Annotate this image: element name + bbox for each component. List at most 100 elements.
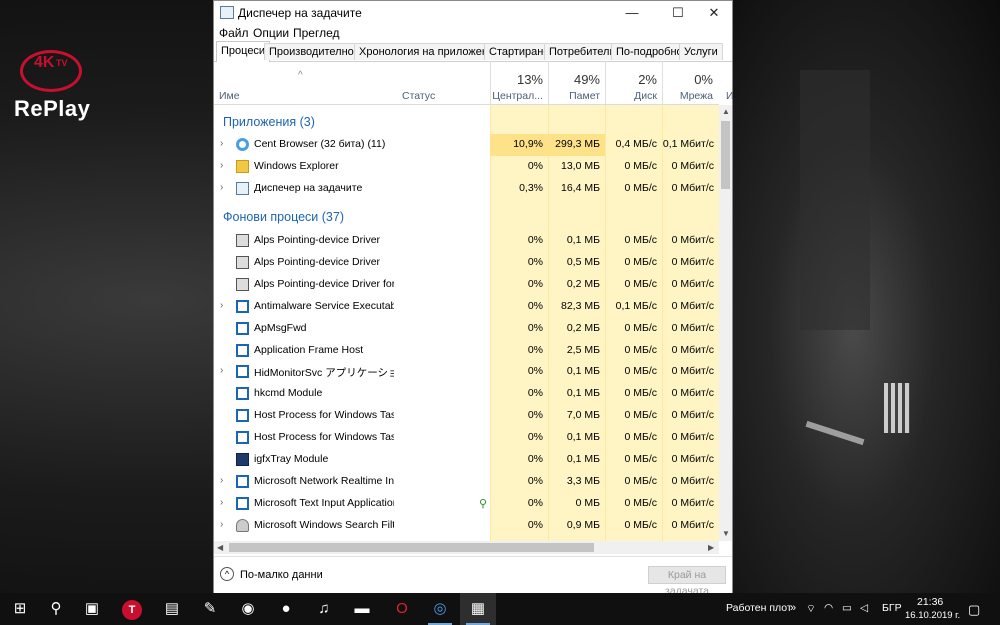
expand-chevron-icon[interactable]: ›	[220, 519, 223, 530]
desktop-toolbar-label[interactable]: Работен плот	[726, 602, 792, 614]
cell-disk: 0 МБ/с	[624, 343, 657, 356]
table-row[interactable]: › Cent Browser (32 бита) (11) 10,9% 299,3 М…	[214, 134, 719, 156]
table-row[interactable]: igfxTray Module 0% 0,1 МБ 0 МБ/с 0 Мбит/с	[214, 449, 719, 471]
table-row[interactable]: › Microsoft Text Input Application 0% 0 МБ 0…	[214, 493, 719, 515]
start-windows-icon[interactable]: ⊞	[2, 593, 38, 625]
expand-chevron-icon[interactable]: ›	[220, 138, 223, 149]
alps-icon	[236, 277, 249, 291]
table-row[interactable]: Alps Pointing-device Driver 0% 0,5 МБ 0 МБ/…	[214, 252, 719, 274]
audio-app-icon[interactable]: ♫	[306, 593, 342, 625]
table-row[interactable]: › Antimalware Service Executable 0% 82,3 МБ…	[214, 296, 719, 318]
column-status[interactable]: Статус	[402, 90, 435, 102]
table-row[interactable]: › Microsoft Windows Search Filte... 0% 0,9 …	[214, 515, 719, 537]
background-doorway	[800, 70, 870, 330]
group-apps[interactable]: Приложения (3)	[223, 115, 315, 129]
expand-chevron-icon[interactable]: ›	[220, 300, 223, 311]
media-app-icon[interactable]: ●	[268, 593, 304, 625]
file-explorer-icon[interactable]: ▬	[344, 593, 380, 625]
scroll-up-icon[interactable]: ▲	[722, 107, 730, 116]
close-button[interactable]: ✕	[694, 1, 734, 25]
task-view-icon[interactable]: ▣	[74, 593, 110, 625]
tab-strip: Процеси Производителност Хронология на п…	[214, 41, 732, 62]
network-icon[interactable]: ⌔	[806, 602, 816, 616]
volume-icon[interactable]: ◁	[860, 602, 868, 614]
column-memory[interactable]: 49% Памет	[548, 61, 605, 104]
table-row[interactable]: Alps Pointing-device Driver for ... 0% 0,2…	[214, 274, 719, 296]
table-row[interactable]: Host Process for Windows Tasks 0% 0,1 МБ 0 …	[214, 427, 719, 449]
end-task-button[interactable]: Край на задачата	[648, 566, 726, 597]
table-row[interactable]: ApMsgFwd 0% 0,2 МБ 0 МБ/с 0 Мбит/с	[214, 318, 719, 340]
process-icon	[236, 474, 249, 488]
cell-cpu: 0%	[527, 255, 543, 268]
expand-chevron-icon[interactable]: ›	[220, 160, 223, 171]
table-row[interactable]: hkcmd Module 0% 0,1 МБ 0 МБ/с 0 Мбит/с	[214, 383, 719, 405]
expand-chevron-icon[interactable]: ›	[220, 365, 223, 376]
table-row[interactable]: › HidMonitorSvc アプリケーション 0% 0,1 МБ 0 МБ/с 0 М…	[214, 361, 719, 383]
minimize-button[interactable]: —	[612, 1, 652, 25]
vertical-scroll-thumb[interactable]	[721, 121, 730, 189]
process-name: Host Process for Windows Tasks	[254, 409, 394, 422]
cell-net: 0 Мбит/с	[671, 255, 714, 268]
expand-chevron-icon[interactable]: ›	[220, 182, 223, 193]
tab-details[interactable]: По-подробно	[611, 43, 688, 60]
cell-disk: 0 МБ/с	[624, 160, 657, 172]
table-row[interactable]: › Microsoft Network Realtime Ins... 0% 3,3 …	[214, 471, 719, 493]
menu-view[interactable]: Преглед	[293, 26, 340, 40]
process-icon	[236, 365, 249, 379]
maximize-button[interactable]: ☐	[658, 1, 698, 25]
scroll-left-icon[interactable]: ◀	[217, 543, 223, 552]
column-name[interactable]: Име	[219, 90, 240, 102]
document-app-icon[interactable]: ▤	[154, 593, 190, 625]
table-row[interactable]: Host Process for Windows Tasks 0% 7,0 МБ 0 …	[214, 405, 719, 427]
fewer-details-link[interactable]: По-малко данни	[240, 569, 323, 581]
menu-file[interactable]: Файл	[219, 26, 249, 40]
tab-processes[interactable]: Процеси	[216, 41, 271, 62]
horizontal-scroll-thumb[interactable]	[229, 543, 594, 552]
cell-cpu: 0%	[527, 518, 543, 531]
clock-time[interactable]: 21:36	[917, 596, 943, 608]
column-disk[interactable]: 2% Диск	[605, 61, 662, 104]
column-network[interactable]: 0% Мрежа	[662, 61, 718, 104]
process-name: Диспечер на задачите	[254, 182, 363, 194]
menu-options[interactable]: Опции	[253, 26, 289, 40]
cell-net: 0 Мбит/с	[671, 299, 714, 312]
t-app-icon[interactable]: T	[114, 593, 150, 625]
battery-icon[interactable]: ▭	[842, 602, 852, 614]
process-name: Microsoft Network Realtime Ins...	[254, 474, 394, 487]
column-extra[interactable]: И	[726, 90, 734, 102]
eye-app-icon[interactable]: ◉	[230, 593, 266, 625]
opera-icon[interactable]: O	[384, 593, 420, 625]
wifi-icon[interactable]: ◠	[824, 602, 833, 614]
tray-overflow-icon[interactable]: »	[790, 602, 796, 614]
column-cpu[interactable]: 13% Централ...	[490, 61, 548, 104]
cell-disk: 0 МБ/с	[624, 255, 657, 268]
task-manager-taskbar-icon[interactable]: ▦	[460, 593, 496, 625]
scroll-down-icon[interactable]: ▼	[722, 529, 730, 538]
clock-date[interactable]: 16.10.2019 г.	[905, 610, 960, 621]
table-row[interactable]: › Windows Explorer 0% 13,0 МБ 0 МБ/с 0 Мбит/с	[214, 156, 719, 178]
expand-chevron-icon[interactable]: ›	[220, 497, 223, 508]
vertical-scrollbar[interactable]: ▲ ▼	[719, 105, 732, 541]
chevron-up-icon[interactable]: ^	[220, 567, 234, 581]
window-title: Диспечер на задачите	[238, 6, 362, 20]
scroll-right-icon[interactable]: ▶	[708, 543, 714, 552]
table-row[interactable]: › Диспечер на задачите 0,3% 16,4 МБ 0 МБ/с 0 …	[214, 178, 719, 200]
notifications-icon[interactable]: ▢	[968, 602, 980, 618]
language-indicator[interactable]: БГР	[882, 602, 902, 614]
tab-users[interactable]: Потребители	[544, 43, 621, 60]
process-icon	[236, 409, 249, 423]
replay-logo: 4K TV RePlay	[14, 50, 108, 130]
paint-app-icon[interactable]: ✎	[192, 593, 228, 625]
cell-disk: 0 МБ/с	[624, 365, 657, 378]
tab-services[interactable]: Услуги	[679, 43, 723, 60]
table-row[interactable]: Alps Pointing-device Driver 0% 0,1 МБ 0 МБ/…	[214, 230, 719, 252]
horizontal-scrollbar[interactable]: ◀ ▶	[214, 541, 719, 554]
table-row[interactable]: Application Frame Host 0% 2,5 МБ 0 МБ/с 0 Мб…	[214, 340, 719, 362]
search-icon[interactable]: ⚲	[38, 593, 74, 625]
expand-chevron-icon[interactable]: ›	[220, 475, 223, 486]
tab-app-history[interactable]: Хронология на приложение	[354, 43, 506, 60]
cent-browser-icon[interactable]: ◎	[422, 593, 458, 625]
cell-disk: 0 МБ/с	[624, 431, 657, 444]
group-background[interactable]: Фонови процеси (37)	[223, 210, 344, 224]
title-bar[interactable]: Диспечер на задачите — ☐ ✕	[214, 1, 732, 25]
